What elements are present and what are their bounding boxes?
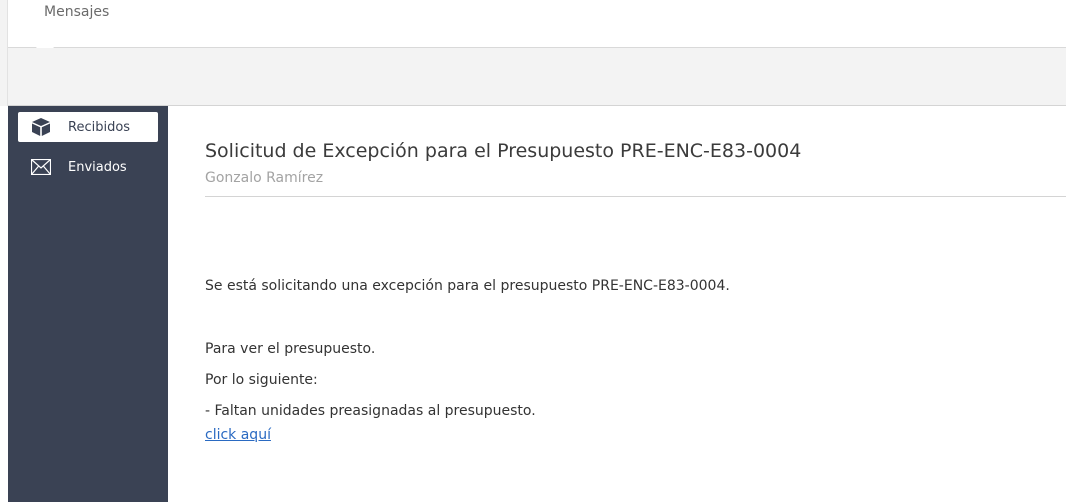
- message-body-line: Por lo siguiente:: [205, 372, 318, 388]
- divider: [205, 196, 1066, 197]
- header-band: [8, 48, 1066, 106]
- message-body-line: Para ver el presupuesto.: [205, 341, 376, 357]
- sidebar-item-label: Enviados: [68, 159, 127, 175]
- sidebar-item-enviados[interactable]: Enviados: [18, 152, 158, 182]
- tab-mensajes[interactable]: Mensajes: [44, 4, 109, 20]
- left-edge: [0, 0, 8, 106]
- top-nav-bar: Mensajes: [8, 0, 1066, 59]
- sidebar-item-recibidos[interactable]: Recibidos: [18, 112, 158, 142]
- message-sender: Gonzalo Ramírez: [205, 170, 324, 186]
- message-body-line: Se está solicitando una excepción para e…: [205, 278, 730, 294]
- message-subject: Solicitud de Excepción para el Presupues…: [205, 140, 802, 162]
- message-body-line: - Faltan unidades preasignadas al presup…: [205, 403, 536, 419]
- sidebar-item-label: Recibidos: [68, 119, 131, 135]
- box-icon: [28, 116, 54, 138]
- sidebar: Recibidos Enviados: [8, 106, 168, 502]
- click-here-link[interactable]: click aquí: [205, 427, 271, 443]
- envelope-icon: [28, 156, 54, 178]
